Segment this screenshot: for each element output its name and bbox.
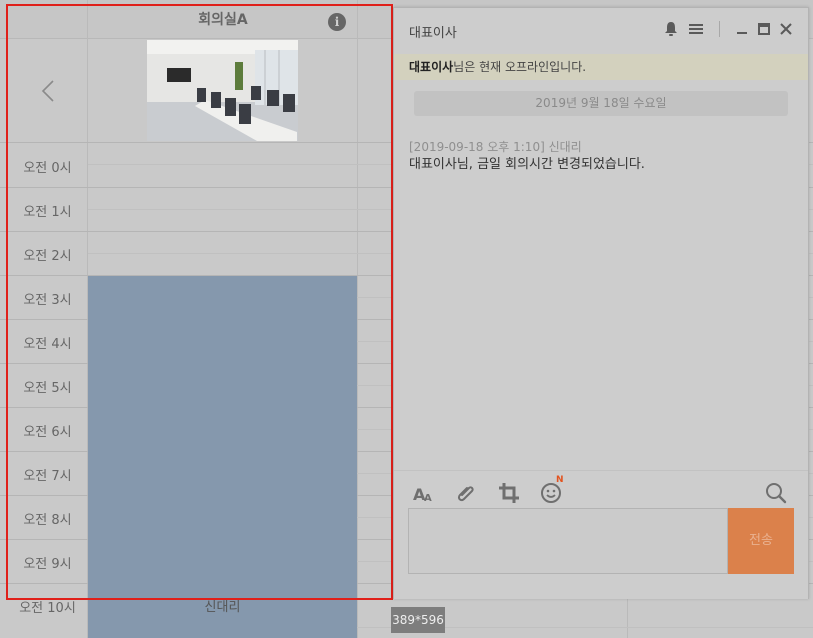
chat-composer: AA N 전송: [394, 470, 808, 599]
send-button[interactable]: 전송: [728, 508, 794, 574]
offline-notice: 대표이사님은 현재 오프라인입니다.: [394, 54, 808, 80]
close-icon[interactable]: [777, 20, 795, 38]
font-size-icon[interactable]: AA: [412, 481, 436, 505]
toolbar-divider: [719, 21, 720, 37]
new-badge: N: [556, 475, 564, 485]
search-icon[interactable]: [764, 481, 788, 505]
chat-window: 대표이사 대표이사님은 현재 오프라인입니다. 2019년 9월 18일 수요일…: [393, 7, 809, 599]
date-divider: 2019년 9월 18일 수요일: [414, 91, 788, 116]
capture-size-label: 389*596: [391, 607, 445, 633]
message-input[interactable]: [408, 508, 728, 574]
attach-icon[interactable]: [454, 481, 478, 505]
offline-message: 님은 현재 오프라인입니다.: [453, 60, 587, 74]
capture-selection-frame[interactable]: [6, 4, 393, 600]
offline-user-name: 대표이사: [409, 60, 454, 74]
message-text[interactable]: 대표이사님, 금일 회의시간 변경되었습니다.: [409, 153, 645, 172]
menu-icon[interactable]: [687, 20, 705, 38]
maximize-icon[interactable]: [755, 20, 773, 38]
bell-icon[interactable]: [662, 20, 680, 38]
chat-title: 대표이사: [409, 26, 457, 41]
minimize-icon[interactable]: [733, 20, 751, 38]
capture-icon[interactable]: [497, 481, 521, 505]
svg-text:A: A: [424, 493, 432, 504]
